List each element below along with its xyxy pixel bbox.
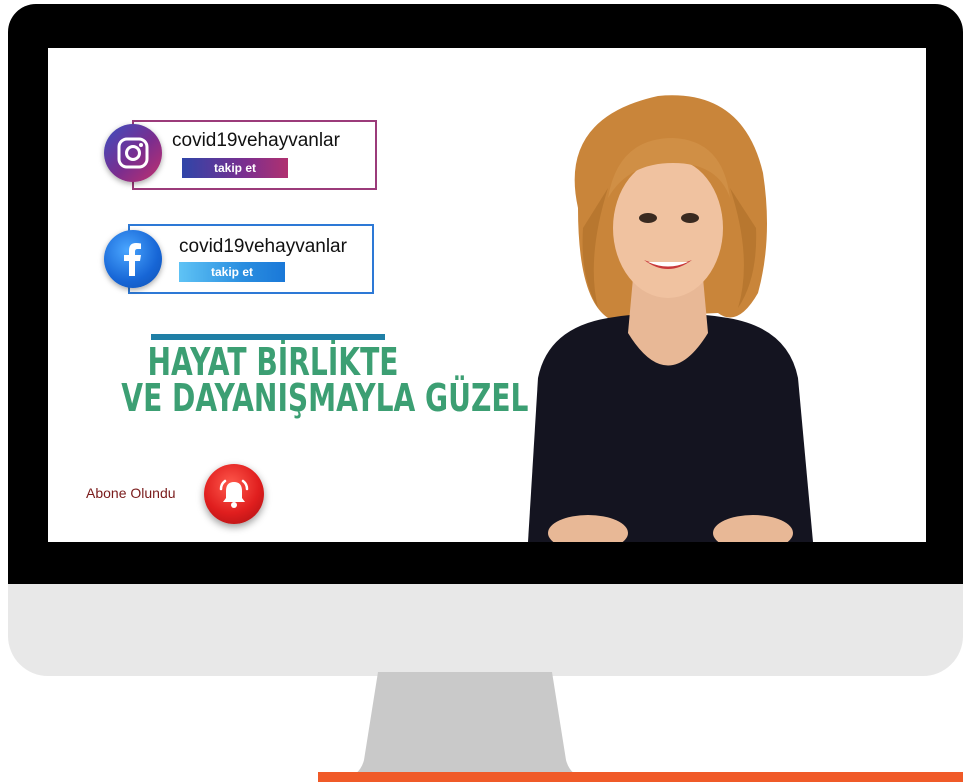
- facebook-card[interactable]: [128, 224, 374, 294]
- notification-bell-button[interactable]: [204, 464, 264, 524]
- monitor-chin: [8, 584, 963, 676]
- video-frame[interactable]: covid19vehayvanlar takip et covid19vehay…: [48, 48, 926, 542]
- facebook-icon: [104, 230, 162, 288]
- monitor-stand: [330, 672, 600, 782]
- headline-line-2: VE DAYANIŞMAYLA GÜZEL: [121, 376, 529, 420]
- presenter-image: [528, 95, 813, 542]
- base-bar: [318, 772, 963, 782]
- headline: HAYAT BİRLİKTE VE DAYANIŞMAYLA GÜZEL: [121, 340, 529, 420]
- headline-line-1: HAYAT BİRLİKTE: [147, 340, 399, 384]
- facebook-follow-button[interactable]: takip et: [179, 262, 285, 282]
- bell-icon: [219, 479, 249, 508]
- instagram-handle: covid19vehayvanlar: [172, 130, 340, 151]
- subscribed-label: Abone Olundu: [86, 485, 176, 501]
- instagram-icon: [104, 124, 162, 182]
- instagram-follow-button[interactable]: takip et: [182, 158, 288, 178]
- facebook-handle: covid19vehayvanlar: [179, 236, 347, 257]
